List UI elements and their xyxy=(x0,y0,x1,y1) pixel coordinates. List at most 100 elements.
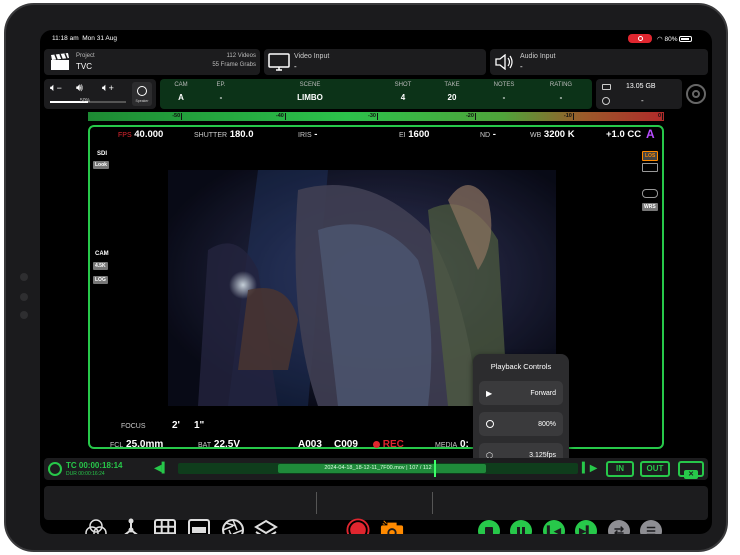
ei-value: 1600 xyxy=(408,129,430,140)
bottom-toolbar xyxy=(44,486,708,520)
skip-back-icon[interactable]: ◀▍ xyxy=(154,463,169,474)
meter-tick-label: -40 xyxy=(275,113,284,119)
rec-label: REC xyxy=(382,439,404,450)
hardware-button xyxy=(20,273,28,281)
next-clip-button[interactable]: ▶▍ xyxy=(575,520,597,534)
focus-feet: 2' xyxy=(172,420,180,431)
media-label: MEDIA xyxy=(435,442,458,449)
record-button[interactable] xyxy=(346,518,370,534)
nd-value: - xyxy=(492,129,496,140)
slate-shot[interactable]: SHOT 4 xyxy=(380,82,426,102)
scopes-button[interactable] xyxy=(119,518,143,534)
color-circles-icon xyxy=(85,519,107,534)
delete-icon: ✕ xyxy=(684,470,698,479)
playback-direction-button[interactable]: ▶ Forward xyxy=(479,381,563,405)
shutter-value: 180.0 xyxy=(229,129,254,140)
meter-tick xyxy=(377,113,378,120)
clear-marks-button[interactable]: ✕ xyxy=(678,461,704,479)
in-point-button[interactable]: IN xyxy=(606,461,634,477)
fps-value: 40.000 xyxy=(134,129,164,140)
frame-guides-button[interactable] xyxy=(187,518,211,534)
timeline-bar: TC 00:00:18:14 DUR 00:00:16:24 ◀▍ 2024-0… xyxy=(44,458,708,480)
wrs-tag[interactable]: WRS xyxy=(642,203,658,211)
storage-space: 13.05 GB xyxy=(626,83,656,90)
audio-input-label: Audio Input xyxy=(520,53,556,60)
audio-input-value: - xyxy=(520,62,523,71)
audio-input-panel[interactable]: Audio Input - xyxy=(490,49,708,75)
slate-take[interactable]: TAKE 20 xyxy=(426,82,478,102)
monitor-frame[interactable]: FPS 40.000 SHUTTER 180.0 IRIS - EI 1600 … xyxy=(88,125,664,450)
resolution-tag[interactable]: 4.5K xyxy=(93,262,108,270)
camera-icon xyxy=(380,520,404,534)
battery-percent: 80% xyxy=(664,36,678,43)
slate-panel[interactable]: CAM A EP. - SCENE LIMBO SHOT 4 TAKE 20 NOTES -… xyxy=(160,79,592,109)
cloud-icon xyxy=(642,189,658,198)
aperture-button[interactable] xyxy=(221,518,245,534)
slate-scene[interactable]: SCENE LIMBO xyxy=(240,82,380,102)
slate-notes[interactable]: NOTES - xyxy=(478,82,530,102)
nd-label: ND xyxy=(480,132,491,139)
meter-tick-label: -30 xyxy=(368,113,376,119)
look-tag[interactable]: Look xyxy=(93,161,109,169)
settings-gear-icon[interactable] xyxy=(686,84,706,104)
meter-tick xyxy=(662,113,664,120)
playlist-button[interactable]: ☰ xyxy=(640,520,662,534)
battery-label: BAT xyxy=(198,442,212,449)
volume-down-button[interactable]: 🔈︎− xyxy=(50,82,62,95)
duration-value: 00:00:16:24 xyxy=(78,471,105,477)
color-mix-button[interactable] xyxy=(84,518,108,534)
layers-icon xyxy=(254,519,278,534)
video-input-panel[interactable]: Video Input - xyxy=(264,49,486,75)
grid-button[interactable] xyxy=(153,518,177,534)
speaker-circle-icon xyxy=(137,86,147,96)
fps-label: FPS xyxy=(118,132,132,139)
toolbar-divider xyxy=(316,492,317,514)
recording-indicator-icon xyxy=(628,34,652,43)
project-label: Project xyxy=(76,53,95,59)
speaker-toggle-button[interactable]: Speaker xyxy=(132,82,152,106)
speaker-label: Speaker xyxy=(135,99,149,103)
video-input-label: Video Input xyxy=(294,53,330,60)
playback-speed-value: 800% xyxy=(538,420,556,428)
timer-icon xyxy=(602,97,610,105)
drive-icon xyxy=(602,84,611,90)
layers-button[interactable] xyxy=(254,518,278,534)
skip-forward-icon[interactable]: ▍▶ xyxy=(582,463,597,474)
slate-rating[interactable]: RATING - xyxy=(530,82,592,102)
battery-icon xyxy=(679,36,693,43)
aperture-icon xyxy=(222,519,244,534)
log-tag[interactable]: LOG xyxy=(93,276,108,284)
volume-up-button[interactable]: 🔈︎+ xyxy=(102,82,114,95)
playhead[interactable] xyxy=(434,460,436,477)
out-point-button[interactable]: OUT xyxy=(640,461,670,477)
volume-panel: 🔈︎− 🔊︎ 🔈︎+ 50% Speaker xyxy=(44,79,156,109)
list-icon: ☰ xyxy=(646,525,656,535)
tablet-frame: 11:18 am Mon 31 Aug ◠ 80% Project TVC 11… xyxy=(4,3,728,552)
clapperboard-icon xyxy=(51,53,69,70)
wb-value: 3200 K xyxy=(543,129,575,140)
playback-direction-value: Forward xyxy=(530,389,556,397)
status-date: Mon 31 Aug xyxy=(82,35,117,42)
timeline-scrubber[interactable]: 2024-04-18_18-12-11_7F00.mov | 107 / 112 xyxy=(178,460,578,477)
meter-tick xyxy=(284,113,286,120)
project-panel[interactable]: Project TVC 112 Videos 55 Frame Grabs xyxy=(44,49,260,75)
clock: 11:18 am xyxy=(52,35,79,42)
slate-cam[interactable]: CAM A xyxy=(160,82,202,102)
loop-button[interactable]: ⇄ xyxy=(608,520,630,534)
meter-tick xyxy=(572,113,574,120)
video-input-value: - xyxy=(294,62,297,71)
storage-panel[interactable]: 13.05 GB - xyxy=(596,79,682,109)
stop-button[interactable] xyxy=(478,520,500,534)
frame-grab-button[interactable] xyxy=(380,518,404,534)
status-time: 11:18 am Mon 31 Aug xyxy=(52,35,117,42)
slate-episode[interactable]: EP. - xyxy=(202,82,240,102)
tc-label: TC xyxy=(66,461,77,470)
clip-position: 107 / 112 xyxy=(409,465,432,471)
los-tag[interactable]: LOS xyxy=(642,151,659,161)
dur-label: DUR xyxy=(66,471,77,477)
rec-indicator: REC xyxy=(373,439,404,450)
clip-filename: 2024-04-18_18-12-11_7F00.mov xyxy=(324,465,405,471)
playback-speed-button[interactable]: 800% xyxy=(479,412,563,436)
pause-button[interactable] xyxy=(510,520,532,534)
previous-clip-button[interactable]: ▍◀ xyxy=(543,520,565,534)
